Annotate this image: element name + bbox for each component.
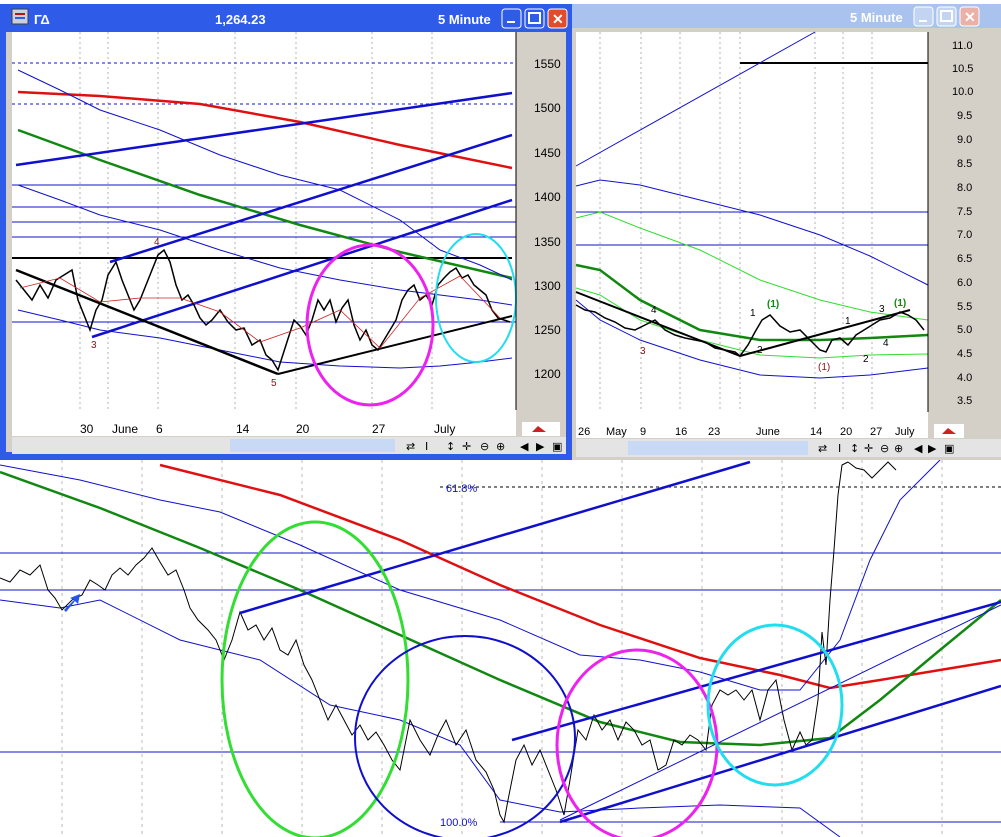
svg-text:July: July xyxy=(895,426,915,438)
minimize-icon xyxy=(919,20,927,22)
fib-618-label: 61.8% xyxy=(446,483,477,495)
pan-icon[interactable]: ↕ xyxy=(446,440,455,453)
pan-icon[interactable]: ↕ xyxy=(850,442,859,455)
svg-text:9.5: 9.5 xyxy=(957,110,972,122)
wave-label: (1) xyxy=(894,298,906,309)
wave-label: 4 xyxy=(883,338,889,349)
wave-label: 1 xyxy=(845,316,851,327)
svg-text:27: 27 xyxy=(372,422,386,436)
svg-text:7.5: 7.5 xyxy=(957,206,972,218)
svg-text:1300: 1300 xyxy=(534,279,561,293)
svg-text:4.0: 4.0 xyxy=(957,372,972,384)
wave-label: 2 xyxy=(863,354,869,365)
info-icon[interactable]: I xyxy=(838,442,841,455)
wave-label: 4 xyxy=(154,237,160,248)
wave-label: 5 xyxy=(271,378,277,389)
zoom-in-icon[interactable]: ⊕ xyxy=(496,440,505,453)
svg-text:June: June xyxy=(756,426,780,438)
left-title: ΓΔ xyxy=(34,12,50,27)
right-scrollbar-thumb[interactable] xyxy=(628,441,808,455)
maximize-button[interactable] xyxy=(524,8,545,29)
zoom-in-icon[interactable]: ⊕ xyxy=(894,442,903,455)
minimize-button[interactable] xyxy=(913,6,934,27)
wave-label: 1 xyxy=(750,308,756,319)
svg-text:1250: 1250 xyxy=(534,323,561,337)
svg-text:6.5: 6.5 xyxy=(957,253,972,265)
wave-label: 2 xyxy=(757,345,763,356)
maximize-button[interactable] xyxy=(936,6,957,27)
svg-text:26: 26 xyxy=(578,426,590,438)
svg-text:1500: 1500 xyxy=(534,101,561,115)
zoom-out-icon[interactable]: ⊖ xyxy=(480,440,489,453)
svg-text:9.0: 9.0 xyxy=(957,134,972,146)
right-chart-window[interactable]: 5 Minute ✕ 4 3 1 (1) 2 (1) 1 3 (1) 4 2 1… xyxy=(572,4,1001,460)
svg-text:8.5: 8.5 xyxy=(957,158,972,170)
svg-text:1350: 1350 xyxy=(534,235,561,249)
close-icon: ✕ xyxy=(552,11,564,27)
chart-canvas: 61.8% 100.0% ick 5 Minute ✕ xyxy=(0,0,1001,837)
left-chart-window[interactable]: ΓΔ 1,264.23 5 Minute ✕ 3 4 5 1550 1500 1… xyxy=(0,4,572,460)
wave-label: 4 xyxy=(651,305,657,316)
wave-label: (1) xyxy=(818,362,830,373)
svg-text:20: 20 xyxy=(296,422,310,436)
left-interval: 5 Minute xyxy=(438,12,491,27)
refresh-icon[interactable]: ⇄ xyxy=(406,440,415,453)
crosshair-icon[interactable]: ✛ xyxy=(864,442,873,455)
svg-text:1200: 1200 xyxy=(534,367,561,381)
svg-text:7.0: 7.0 xyxy=(957,229,972,241)
svg-text:June: June xyxy=(112,422,138,436)
svg-text:16: 16 xyxy=(675,426,687,438)
wave-label: 3 xyxy=(879,304,885,315)
minimize-button[interactable] xyxy=(501,8,522,29)
left-scrollbar-thumb[interactable] xyxy=(230,439,395,452)
svg-text:1400: 1400 xyxy=(534,190,561,204)
svg-text:9: 9 xyxy=(640,426,646,438)
scroll-left-icon[interactable]: ◀ xyxy=(914,442,923,455)
svg-text:5.5: 5.5 xyxy=(957,301,972,313)
svg-text:3.5: 3.5 xyxy=(957,395,972,407)
svg-text:11.0: 11.0 xyxy=(952,40,973,52)
svg-text:1550: 1550 xyxy=(534,57,561,71)
zoom-out-icon[interactable]: ⊖ xyxy=(880,442,889,455)
refresh-icon[interactable]: ⇄ xyxy=(818,442,827,455)
svg-text:5.0: 5.0 xyxy=(957,324,972,336)
fib-100-label: 100.0% xyxy=(440,817,478,829)
wave-label: 3 xyxy=(91,340,97,351)
svg-text:4.5: 4.5 xyxy=(957,348,972,360)
svg-text:30: 30 xyxy=(80,422,94,436)
svg-text:27: 27 xyxy=(870,426,882,438)
chart-app-icon xyxy=(11,8,29,25)
svg-text:6.0: 6.0 xyxy=(957,277,972,289)
svg-text:10.0: 10.0 xyxy=(952,86,973,98)
close-icon: ✕ xyxy=(964,9,976,25)
svg-text:10.5: 10.5 xyxy=(952,63,973,75)
svg-text:14: 14 xyxy=(810,426,822,438)
svg-text:July: July xyxy=(434,422,455,436)
scroll-left-icon[interactable]: ◀ xyxy=(520,440,529,453)
crosshair-icon[interactable]: ✛ xyxy=(462,440,471,453)
info-icon[interactable]: I xyxy=(425,440,428,453)
left-price: 1,264.23 xyxy=(215,12,266,27)
svg-text:20: 20 xyxy=(840,426,852,438)
svg-text:8.0: 8.0 xyxy=(957,182,972,194)
svg-text:May: May xyxy=(606,426,627,438)
scroll-right-icon[interactable]: ▶ xyxy=(536,440,545,453)
svg-text:6: 6 xyxy=(156,422,163,436)
scroll-right-icon[interactable]: ▶ xyxy=(928,442,937,455)
svg-text:1450: 1450 xyxy=(534,146,561,160)
wave-label: 3 xyxy=(640,346,646,357)
grid-icon[interactable]: ▣ xyxy=(944,442,954,455)
minimize-icon xyxy=(507,21,515,23)
right-interval: 5 Minute xyxy=(850,10,903,25)
svg-text:23: 23 xyxy=(708,426,720,438)
wave-label: (1) xyxy=(767,299,779,310)
grid-icon[interactable]: ▣ xyxy=(552,440,562,453)
svg-text:14: 14 xyxy=(236,422,250,436)
